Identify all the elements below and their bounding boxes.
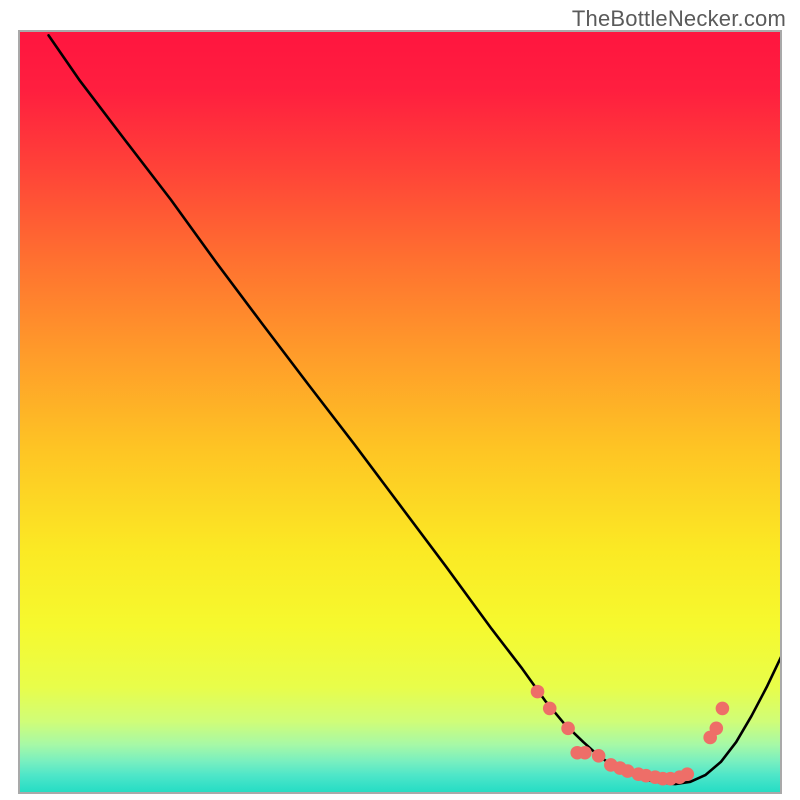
highlight-dot [710,722,724,736]
highlight-dot [531,685,545,699]
highlight-dot [592,749,606,763]
highlight-dot [561,722,575,736]
attribution-text: TheBottleNecker.com [572,6,786,32]
highlight-dot [716,702,730,716]
bottleneck-chart [18,30,782,794]
highlight-dot [680,767,694,781]
chart-background [18,30,782,794]
highlight-dot [578,746,592,760]
highlight-dot [543,702,557,716]
